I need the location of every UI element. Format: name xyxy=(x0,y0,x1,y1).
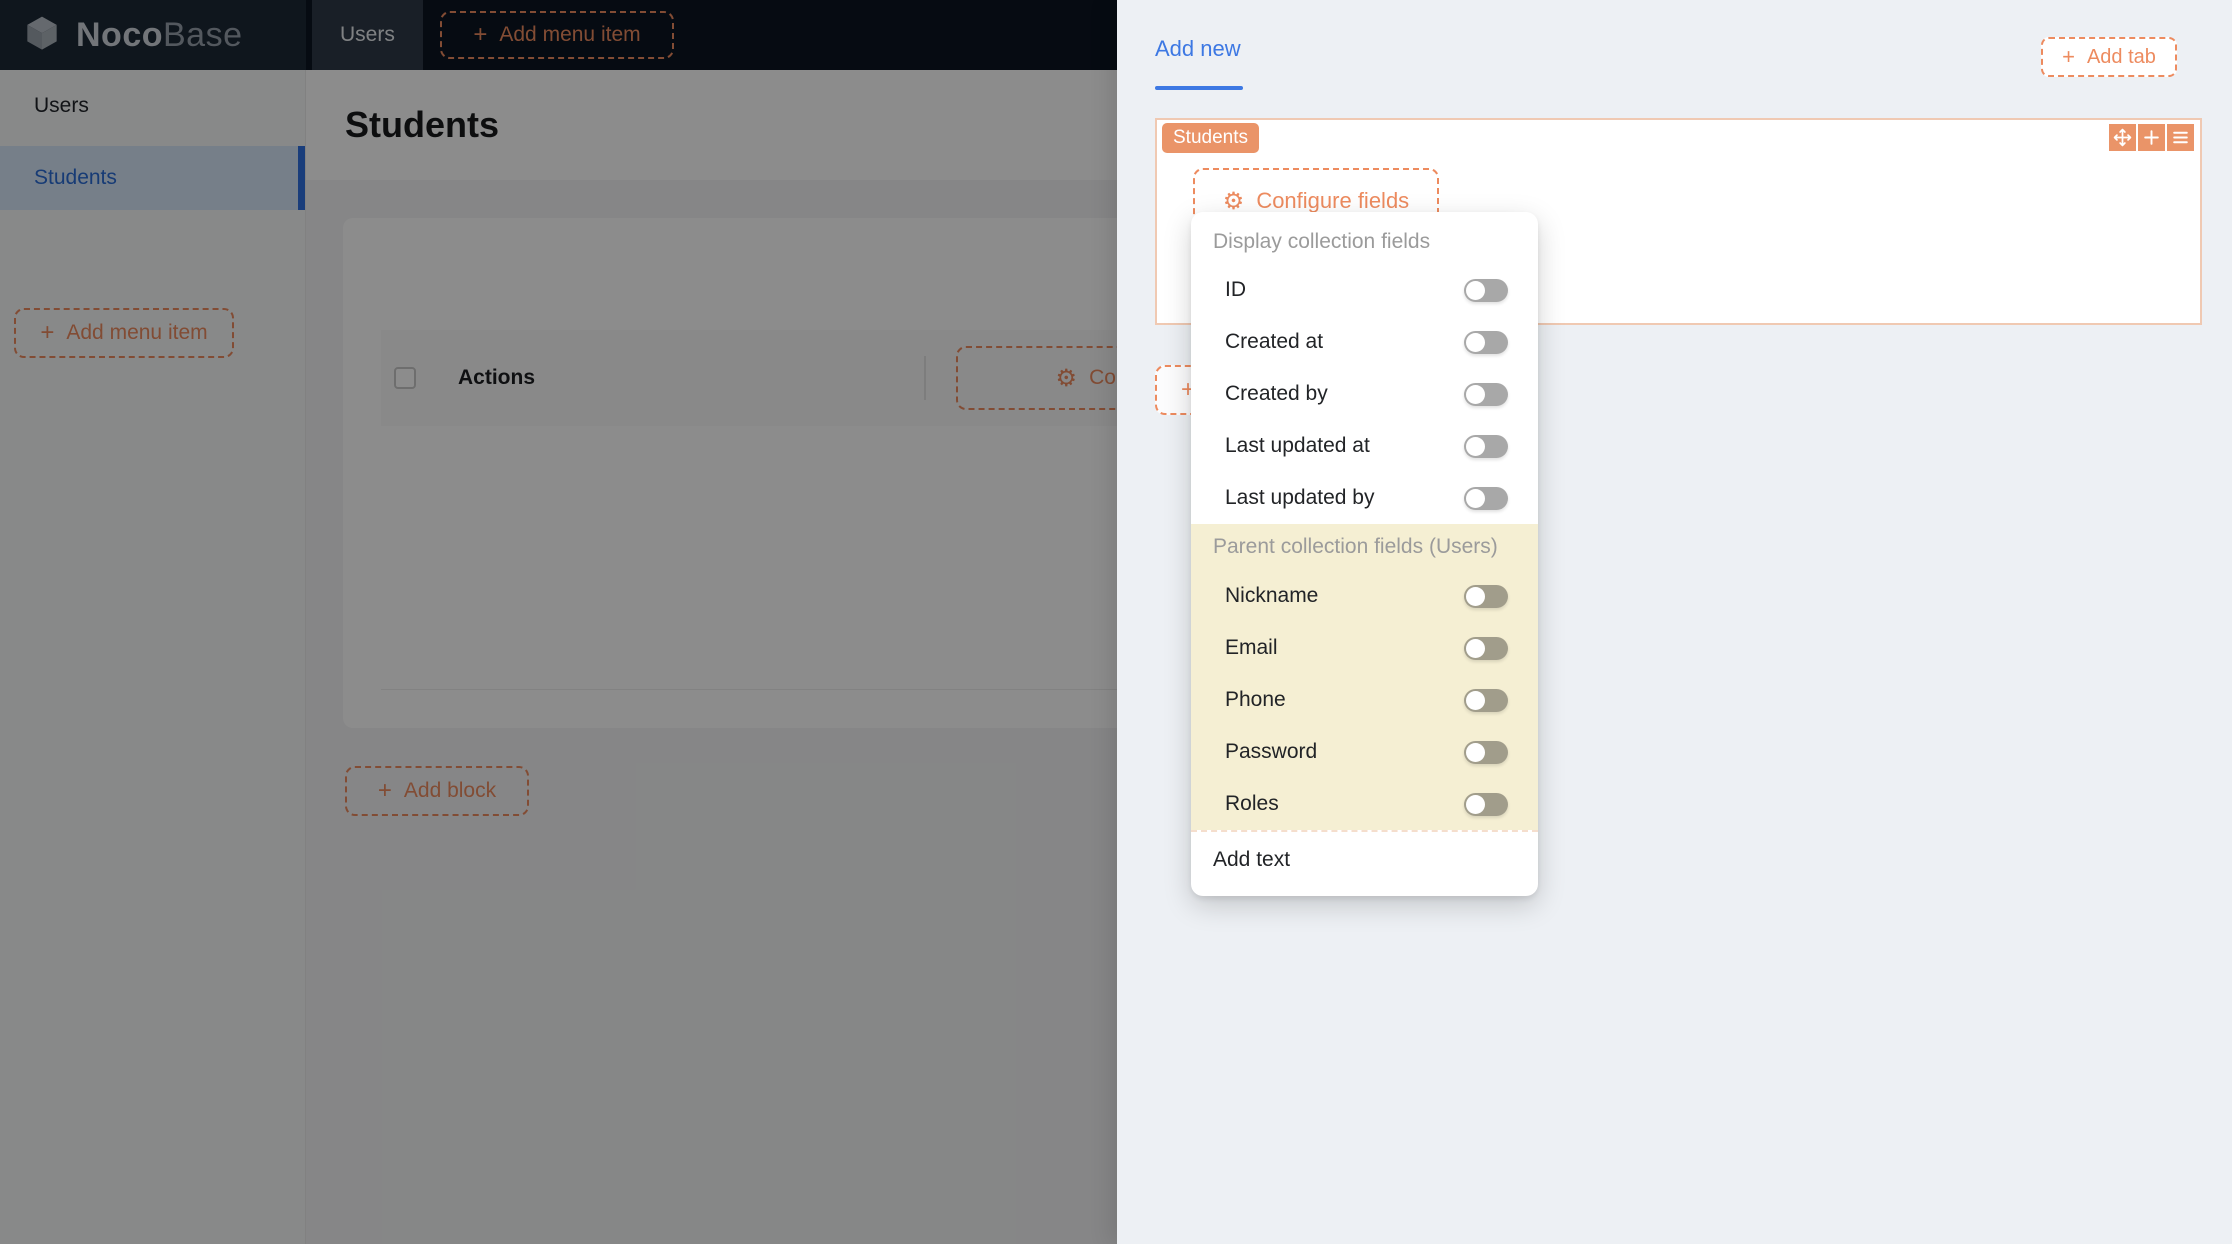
insert-plus-icon[interactable] xyxy=(2138,124,2165,151)
block-designer-toolbar xyxy=(2109,124,2194,151)
section-title-display-fields: Display collection fields xyxy=(1213,230,1431,253)
toggle-knob xyxy=(1466,742,1485,762)
configure-fields-dropdown: Display collection fields ID Created at … xyxy=(1191,212,1538,896)
add-tab-label: Add tab xyxy=(2086,45,2156,68)
field-label: Phone xyxy=(1225,688,1286,711)
toggle-switch[interactable] xyxy=(1464,434,1508,458)
parent-fields-section: Parent collection fields (Users) Nicknam… xyxy=(1191,524,1538,830)
field-label: Nickname xyxy=(1225,584,1319,607)
collection-badge: Students xyxy=(1162,123,1259,153)
toggle-switch[interactable] xyxy=(1464,636,1508,660)
menu-settings-icon[interactable] xyxy=(2167,124,2194,151)
plus-icon: + xyxy=(2062,44,2075,69)
configure-fields-label: Configure fields xyxy=(1256,188,1410,213)
toggle-knob xyxy=(1466,384,1485,404)
field-row-roles[interactable]: Roles xyxy=(1191,778,1538,830)
toggle-switch[interactable] xyxy=(1464,382,1508,406)
toggle-switch[interactable] xyxy=(1464,792,1508,816)
tab-add-new[interactable]: Add new xyxy=(1155,36,1241,62)
app-screen: NocoBase Users + Add menu item Users Stu… xyxy=(0,0,2232,1244)
toggle-knob xyxy=(1466,690,1485,710)
field-row-last-updated-by[interactable]: Last updated by xyxy=(1191,472,1538,524)
toggle-switch[interactable] xyxy=(1464,330,1508,354)
toggle-knob xyxy=(1466,332,1485,352)
field-row-last-updated-at[interactable]: Last updated at xyxy=(1191,420,1538,472)
toggle-knob xyxy=(1466,280,1485,300)
toggle-knob xyxy=(1466,794,1485,814)
field-row-email[interactable]: Email xyxy=(1191,622,1538,674)
toggle-switch[interactable] xyxy=(1464,584,1508,608)
add-text-menu-item[interactable]: Add text xyxy=(1191,830,1538,888)
field-row-id[interactable]: ID xyxy=(1191,264,1538,316)
field-row-created-by[interactable]: Created by xyxy=(1191,368,1538,420)
field-label: Created at xyxy=(1225,330,1324,353)
field-row-nickname[interactable]: Nickname xyxy=(1191,570,1538,622)
add-tab-button[interactable]: + Add tab xyxy=(2041,37,2177,77)
toggle-knob xyxy=(1466,586,1485,606)
toggle-switch[interactable] xyxy=(1464,278,1508,302)
toggle-knob xyxy=(1466,638,1485,658)
toggle-switch[interactable] xyxy=(1464,688,1508,712)
field-row-created-at[interactable]: Created at xyxy=(1191,316,1538,368)
field-label: Email xyxy=(1225,636,1278,659)
toggle-knob xyxy=(1466,436,1485,456)
section-title-parent-fields: Parent collection fields (Users) xyxy=(1213,535,1498,558)
field-label: Created by xyxy=(1225,382,1328,405)
active-tab-underline xyxy=(1155,86,1243,90)
field-row-phone[interactable]: Phone xyxy=(1191,674,1538,726)
toggle-switch[interactable] xyxy=(1464,740,1508,764)
field-label: ID xyxy=(1225,278,1246,301)
field-label: Roles xyxy=(1225,792,1279,815)
drawer-mask[interactable] xyxy=(0,0,1117,1244)
field-label: Last updated by xyxy=(1225,486,1375,509)
gear-icon: ⚙ xyxy=(1222,187,1245,215)
field-label: Password xyxy=(1225,740,1318,763)
field-label: Last updated at xyxy=(1225,434,1370,457)
toggle-knob xyxy=(1466,488,1485,508)
field-row-password[interactable]: Password xyxy=(1191,726,1538,778)
drag-move-icon[interactable] xyxy=(2109,124,2136,151)
toggle-switch[interactable] xyxy=(1464,486,1508,510)
